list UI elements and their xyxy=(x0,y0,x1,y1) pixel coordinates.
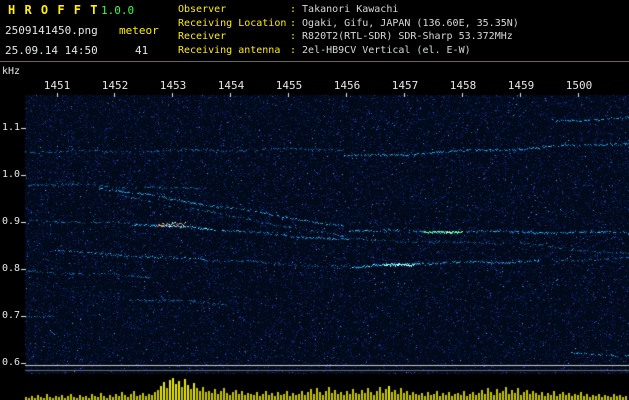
time-label: 1459 xyxy=(507,79,535,92)
info-separator: : xyxy=(290,4,297,15)
info-label: Receiving Location xyxy=(178,17,287,29)
time-label: 1500 xyxy=(565,79,593,92)
freq-label: 0.8 xyxy=(1,263,20,274)
filename-label: 2509141450.png xyxy=(5,24,98,37)
time-label: 1456 xyxy=(333,79,361,92)
info-value: Takanori Kawachi xyxy=(302,4,399,15)
freq-label: 0.6 xyxy=(1,357,20,368)
header: H R O F F T 1.0.0 2509141450.png meteor … xyxy=(0,0,629,61)
datetime-label: 25.09.14 14:50 xyxy=(5,44,98,57)
version-label: 1.0.0 xyxy=(101,4,135,17)
freq-label: 1.0 xyxy=(1,169,20,180)
spectrogram-canvas xyxy=(0,62,629,400)
freq-label: 0.7 xyxy=(1,310,20,321)
time-label: 1451 xyxy=(43,79,71,92)
time-label: 1458 xyxy=(449,79,477,92)
station-info: Observer: Takanori Kawachi Receiving Loca… xyxy=(178,3,519,57)
time-label: 1457 xyxy=(391,79,419,92)
info-label: Observer xyxy=(178,4,227,15)
info-separator: : xyxy=(290,17,297,29)
info-value: R820T2(RTL-SDR) SDR-Sharp 53.372MHz xyxy=(302,31,513,42)
freq-label: 1.1 xyxy=(1,122,20,133)
info-row-receiver: Receiver: R820T2(RTL-SDR) SDR-Sharp 53.37… xyxy=(178,30,519,44)
time-label: 1453 xyxy=(159,79,187,92)
time-label: 1452 xyxy=(101,79,129,92)
info-row-antenna: Receiving antenna:2el-HB9CV Vertical (el… xyxy=(178,44,519,58)
info-value: 2el-HB9CV Vertical (el. E-W) xyxy=(302,44,471,56)
time-label: 1455 xyxy=(275,79,303,92)
freq-label: 0.9 xyxy=(1,216,20,227)
info-label: Receiver xyxy=(178,31,227,42)
hrofft-window: H R O F F T 1.0.0 2509141450.png meteor … xyxy=(0,0,629,400)
info-label: Receiving antenna xyxy=(178,44,281,56)
app-title: H R O F F T xyxy=(8,3,99,17)
info-value: Ogaki, Gifu, JAPAN (136.60E, 35.35N) xyxy=(302,17,519,29)
info-separator: : xyxy=(290,31,297,42)
info-row-observer: Observer: Takanori Kawachi xyxy=(178,3,519,17)
freq-unit-label: kHz xyxy=(2,66,21,77)
echo-count: 41 xyxy=(135,44,149,57)
info-separator: : xyxy=(290,44,297,56)
mode-label: meteor xyxy=(119,24,159,37)
time-label: 1454 xyxy=(217,79,245,92)
info-row-location: Receiving Location: Ogaki, Gifu, JAPAN (1… xyxy=(178,17,519,31)
